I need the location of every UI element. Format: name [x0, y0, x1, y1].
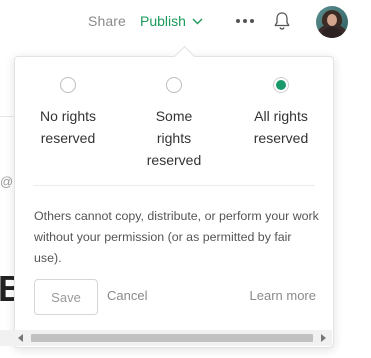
learn-more-link[interactable]: Learn more — [250, 288, 316, 303]
radio-button[interactable] — [60, 77, 76, 93]
option-label: All rights reserved — [253, 108, 309, 146]
license-option-no-rights[interactable]: No rights reserved — [20, 77, 116, 149]
horizontal-scrollbar[interactable] — [0, 330, 332, 346]
cancel-button[interactable]: Cancel — [107, 288, 147, 303]
option-label: Some rights reserved — [146, 108, 202, 168]
save-button[interactable]: Save — [34, 279, 98, 315]
scroll-right-arrow-icon[interactable] — [316, 330, 330, 346]
license-description: Others cannot copy, distribute, or perfo… — [34, 209, 319, 265]
license-option-some-rights[interactable]: Some rights reserved — [126, 77, 222, 171]
bell-icon[interactable] — [273, 11, 291, 36]
publish-button[interactable]: Publish — [140, 13, 203, 29]
publish-label: Publish — [140, 13, 186, 29]
top-bar: Share Publish — [0, 0, 371, 44]
license-option-all-rights[interactable]: All rights reserved — [233, 77, 329, 149]
radio-button[interactable] — [166, 77, 182, 93]
license-popover: No rights reserved Some rights reserved … — [14, 45, 334, 348]
popover-caret — [173, 45, 196, 68]
share-button[interactable]: Share — [88, 13, 126, 29]
more-horizontal-icon[interactable] — [236, 14, 254, 28]
option-label: No rights reserved — [39, 108, 97, 146]
radio-button-selected[interactable] — [273, 77, 289, 93]
scrollbar-thumb[interactable] — [31, 334, 313, 342]
user-avatar[interactable] — [316, 6, 348, 38]
scroll-left-arrow-icon[interactable] — [14, 330, 28, 346]
chevron-down-icon — [192, 18, 203, 25]
background-divider — [0, 116, 14, 117]
popover-divider — [33, 185, 315, 186]
